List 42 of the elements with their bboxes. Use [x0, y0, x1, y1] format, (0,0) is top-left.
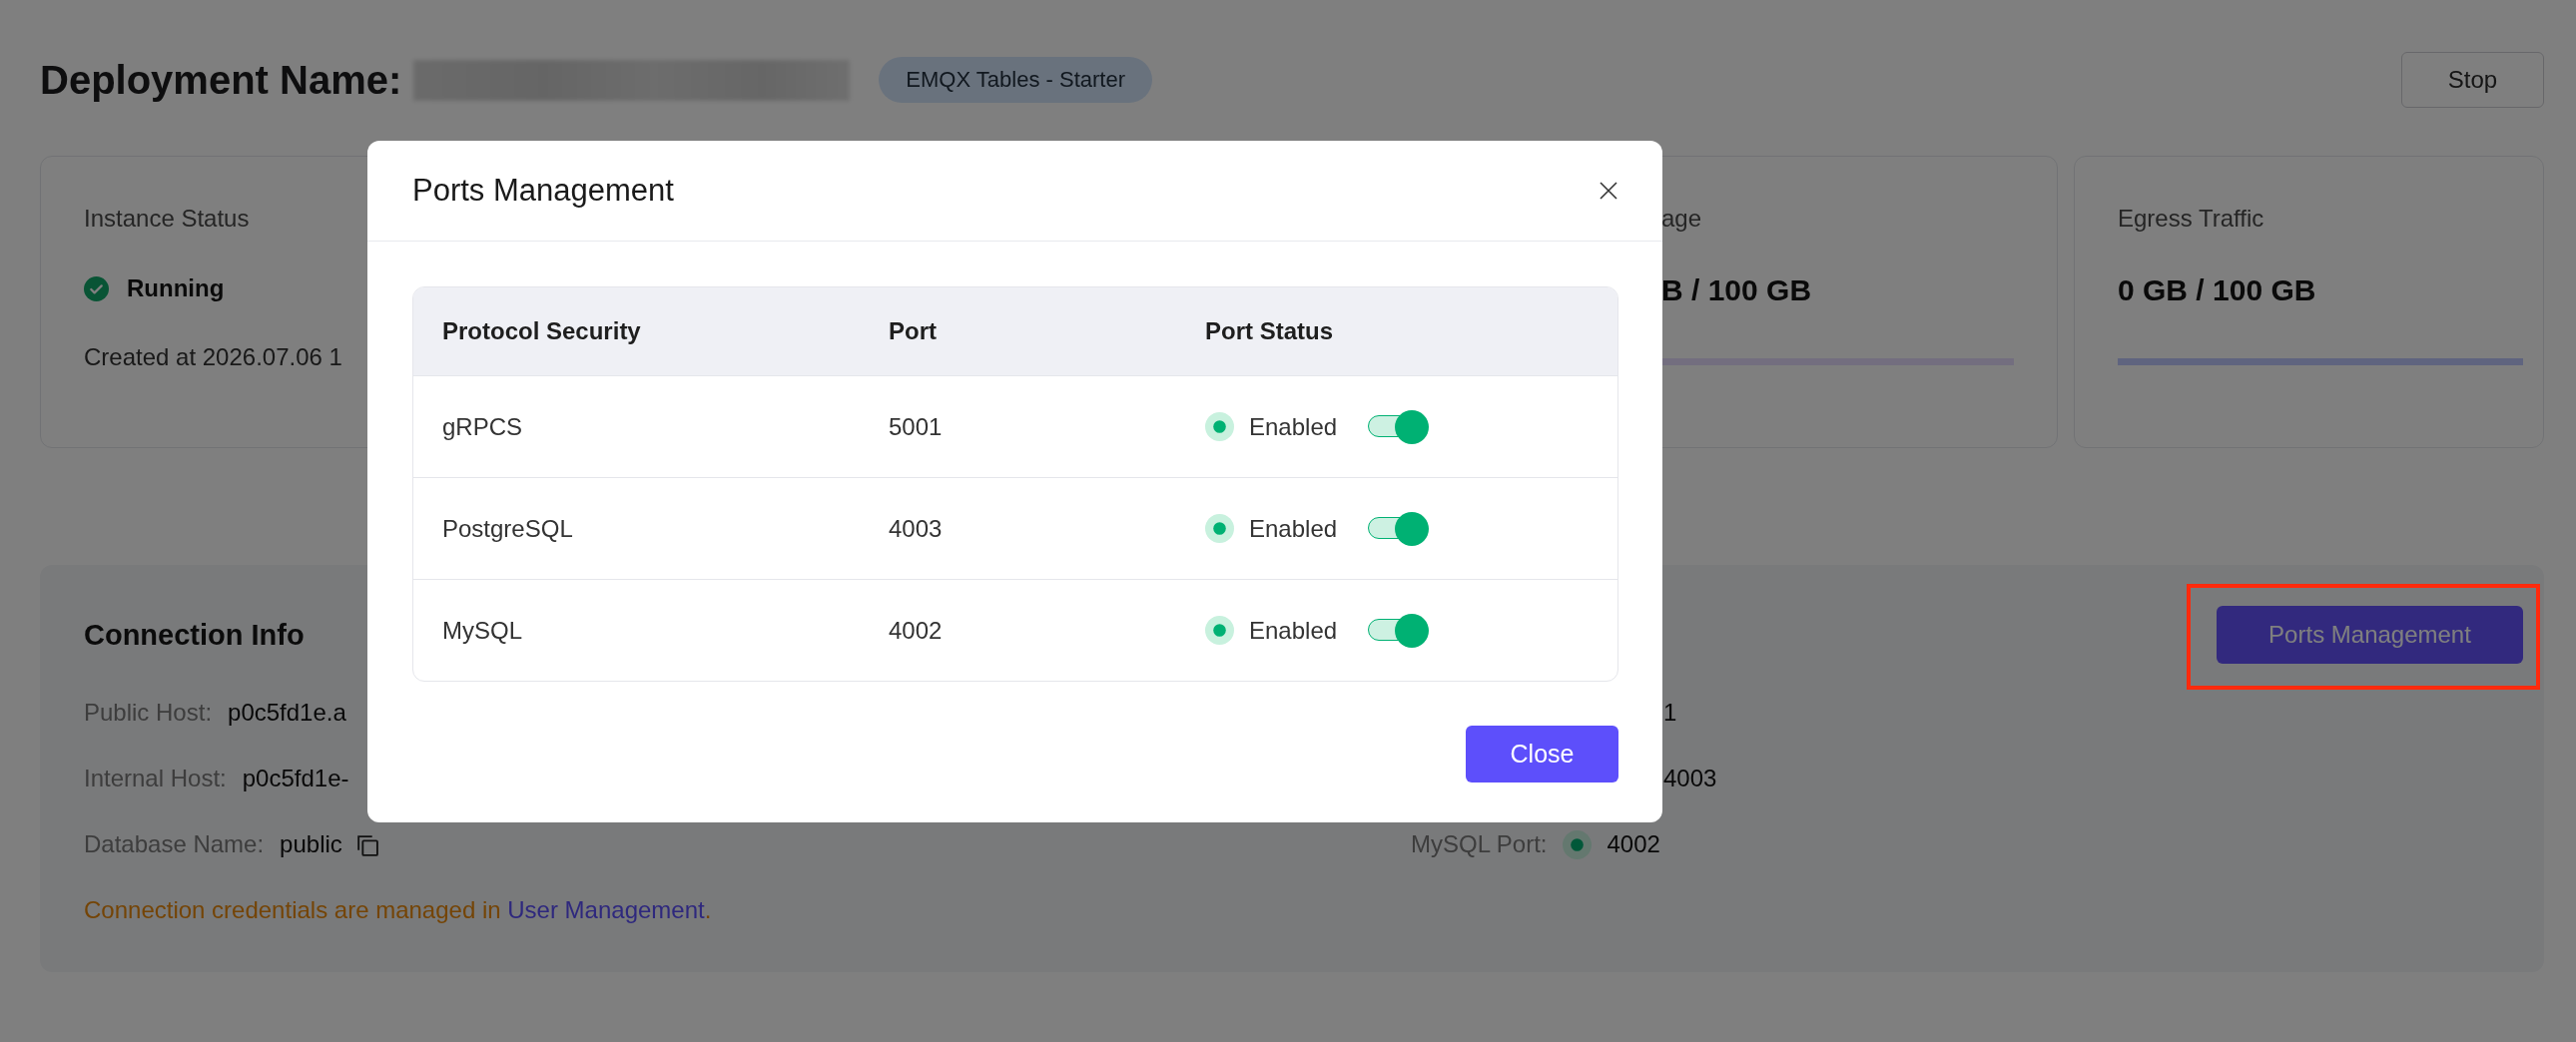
toggle-switch[interactable]: [1368, 409, 1430, 444]
credentials-note: Connection credentials are managed in User Management.: [84, 895, 712, 925]
dialog-title: Ports Management: [412, 172, 674, 210]
card-label: age: [1661, 204, 1702, 234]
column-header: Protocol Security: [442, 316, 641, 346]
ports-management-button[interactable]: Ports Management: [2217, 606, 2523, 664]
table-cell: 4002: [889, 615, 943, 646]
stop-button[interactable]: Stop: [2401, 52, 2544, 108]
status-text: Enabled: [1249, 411, 1338, 442]
field-value: 4003: [1663, 764, 1717, 793]
section-title: Connection Info: [84, 618, 305, 653]
table-cell: PostgreSQL: [442, 513, 573, 544]
card-label: Instance Status: [84, 204, 250, 234]
status-text: Enabled: [1249, 513, 1338, 544]
user-management-link[interactable]: User Management: [507, 896, 705, 923]
field-value: 4002: [1607, 829, 1660, 859]
status-text: Running: [127, 273, 225, 303]
field-label: Database Name:: [84, 829, 265, 859]
field-value: p0c5fd1e.a: [228, 698, 346, 728]
card-label: Egress Traffic: [2118, 204, 2264, 234]
toggle-switch[interactable]: [1368, 613, 1430, 648]
table-cell: MySQL: [442, 615, 522, 646]
created-time: Created at 2026.07.06 1: [84, 342, 342, 372]
field-label: Internal Host:: [84, 764, 227, 793]
table-cell: gRPCS: [442, 411, 523, 442]
column-header: Port: [889, 316, 937, 346]
field-value: public: [280, 829, 342, 859]
field-value: 1: [1663, 698, 1677, 728]
field-label: Public Host:: [84, 698, 213, 728]
field-label: MySQL Port:: [1411, 829, 1548, 859]
page-title: Deployment Name:: [40, 57, 402, 104]
status-text: Enabled: [1249, 615, 1338, 646]
toggle-switch[interactable]: [1368, 511, 1430, 546]
table-cell: 4003: [889, 513, 943, 544]
close-icon[interactable]: [1600, 182, 1617, 200]
usage-value: B / 100 GB: [1661, 272, 1812, 308]
close-button[interactable]: Close: [1466, 726, 1618, 782]
field-value: p0c5fd1e-: [242, 764, 349, 793]
column-header: Port Status: [1205, 316, 1333, 346]
plan-badge: EMQX Tables - Starter: [879, 57, 1152, 103]
usage-value: 0 GB / 100 GB: [2118, 272, 2316, 308]
table-cell: 5001: [889, 411, 943, 442]
